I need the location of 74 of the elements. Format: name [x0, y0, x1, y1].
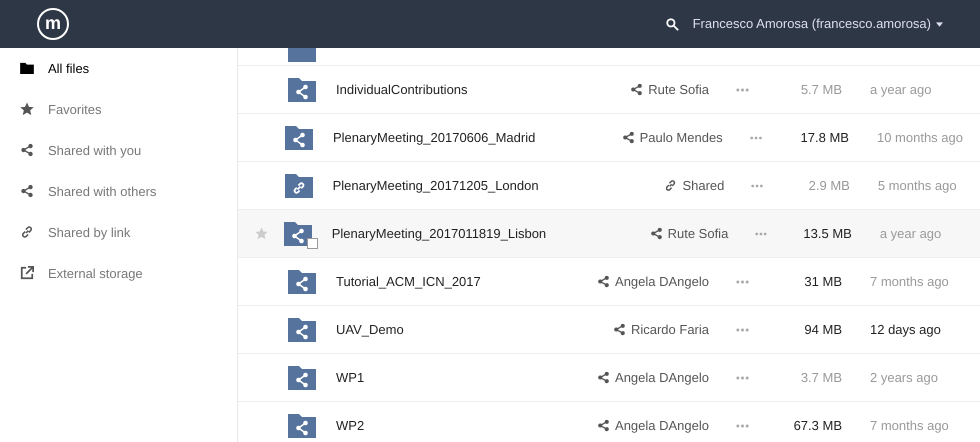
file-name[interactable]: WP1: [336, 368, 364, 388]
shared-folder-icon: [288, 270, 316, 294]
external-link-icon: [20, 266, 34, 280]
sidebar-item[interactable]: Favorites: [0, 100, 237, 141]
sidebar-item[interactable]: Shared with you: [0, 141, 237, 182]
file-size: 13.5 MB: [802, 224, 852, 243]
file-size: 67.3 MB: [792, 416, 842, 435]
share-icon: [650, 227, 663, 240]
share-owner[interactable]: Rute Sofia: [648, 80, 709, 100]
file-size: 3.7 MB: [800, 368, 842, 387]
more-options-icon[interactable]: [736, 280, 749, 284]
file-name[interactable]: PlenaryMeeting_20171205_London: [332, 176, 539, 196]
file-name[interactable]: PlenaryMeeting_2017011819_Lisbon: [332, 224, 546, 244]
file-size: 5.7 MB: [800, 80, 842, 99]
share-icon: [20, 184, 34, 198]
modified-date: a year ago: [870, 80, 932, 99]
share-owner[interactable]: Angela DAngelo: [615, 272, 709, 292]
modified-date: a year ago: [880, 224, 942, 243]
file-name[interactable]: PlenaryMeeting_20170606_Madrid: [332, 128, 536, 148]
star-icon[interactable]: [255, 227, 268, 240]
more-options-icon[interactable]: [736, 328, 749, 332]
link-icon: [20, 224, 34, 238]
share-icon: [597, 419, 610, 432]
link-folder-icon: [284, 174, 313, 198]
file-row[interactable]: PlenaryMeeting_2017011819_Lisbon Rute Sofia 13.5 MB a year ago: [238, 210, 980, 258]
sidebar-item[interactable]: External storage: [0, 264, 237, 305]
modified-date: 10 months ago: [876, 128, 964, 147]
file-size: 94 MB: [803, 320, 842, 339]
more-options-icon[interactable]: [736, 376, 749, 380]
share-owner[interactable]: Angela DAngelo: [615, 416, 709, 436]
file-name[interactable]: Tutorial_ACM_ICN_2017: [336, 272, 481, 292]
more-options-icon[interactable]: [750, 136, 762, 140]
star-icon: [20, 102, 34, 116]
caret-icon: [936, 22, 943, 26]
logo[interactable]: m: [37, 8, 69, 40]
modified-date: 12 days ago: [870, 320, 942, 339]
shared-folder-icon: [284, 222, 312, 246]
share-icon: [622, 131, 635, 144]
file-size: 17.8 MB: [800, 128, 849, 147]
file-size: 31 MB: [803, 272, 842, 291]
modified-date: 7 months ago: [870, 272, 950, 291]
sidebar-item[interactable]: All files: [0, 59, 237, 100]
more-options-icon[interactable]: [736, 88, 749, 92]
link-icon: [664, 179, 678, 192]
sidebar-item[interactable]: Shared by link: [0, 223, 237, 264]
more-options-icon[interactable]: [755, 232, 768, 236]
share-icon: [20, 142, 34, 156]
share-icon: [612, 323, 626, 336]
share-icon: [630, 83, 644, 96]
more-options-icon[interactable]: [751, 184, 764, 188]
modified-date: 5 months ago: [878, 176, 958, 195]
file-name[interactable]: UAV_Demo: [336, 320, 404, 340]
user-menu[interactable]: Francesco Amorosa (francesco.amorosa): [692, 14, 943, 34]
share-owner[interactable]: Shared: [682, 176, 724, 196]
shared-folder-icon: [288, 78, 316, 102]
shared-folder-icon: [288, 366, 316, 390]
share-icon: [597, 371, 610, 384]
file-name[interactable]: IndividualContributions: [336, 80, 468, 100]
share-owner[interactable]: Angela DAngelo: [615, 368, 709, 388]
file-name[interactable]: WP2: [336, 416, 364, 436]
share-owner[interactable]: Rute Sofia: [668, 224, 728, 244]
modified-date: 7 months ago: [870, 416, 950, 435]
modified-date: 2 years ago: [870, 368, 939, 387]
sidebar-item[interactable]: Shared with others: [0, 182, 237, 223]
folder-icon: [20, 62, 34, 74]
share-owner[interactable]: Ricardo Faria: [630, 320, 709, 340]
search-icon[interactable]: [666, 18, 679, 30]
share-icon: [597, 275, 610, 288]
shared-folder-icon: [288, 318, 316, 342]
shared-folder-icon: [284, 126, 313, 150]
share-owner[interactable]: Paulo Mendes: [640, 128, 723, 148]
more-options-icon[interactable]: [736, 424, 749, 428]
shared-folder-icon: [288, 414, 316, 438]
file-size: 2.9 MB: [808, 176, 850, 195]
